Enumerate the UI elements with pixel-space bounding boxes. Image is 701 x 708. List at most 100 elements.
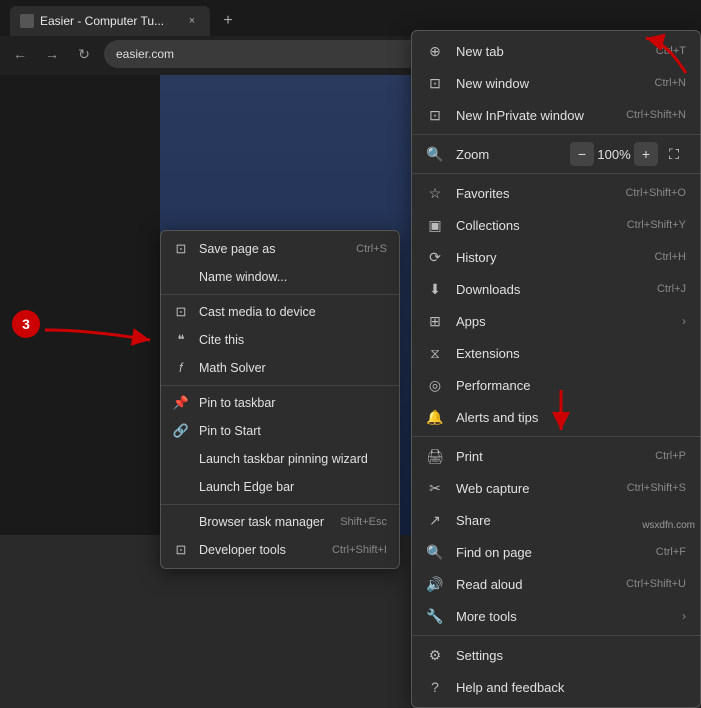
menu-read-aloud-label: Read aloud bbox=[456, 577, 523, 592]
ctx-pin-taskbar-label: Pin to taskbar bbox=[199, 396, 275, 410]
ctx-save-page[interactable]: ⊡ Save page as Ctrl+S bbox=[161, 235, 399, 263]
menu-webcapture-shortcut: Ctrl+Shift+S bbox=[627, 482, 686, 494]
menu-help[interactable]: ? Help and feedback bbox=[412, 671, 700, 703]
new-tab-button[interactable]: + bbox=[214, 7, 242, 35]
find-icon: 🔍 bbox=[426, 543, 444, 561]
ctx-devtools-shortcut: Ctrl+Shift+I bbox=[332, 544, 387, 556]
save-icon: ⊡ bbox=[173, 241, 189, 257]
menu-apps[interactable]: ⊞ Apps › bbox=[412, 305, 700, 337]
menu-sep3 bbox=[412, 436, 700, 437]
zoom-value: 100% bbox=[594, 147, 634, 162]
menu-apps-label: Apps bbox=[456, 314, 486, 329]
pin-start-icon: 🔗 bbox=[173, 423, 189, 439]
ctx-math[interactable]: 𝑓 Math Solver bbox=[161, 354, 399, 382]
new-window-icon: ⊡ bbox=[426, 74, 444, 92]
history-icon: ⟳ bbox=[426, 248, 444, 266]
ctx-devtools[interactable]: ⊡ Developer tools Ctrl+Shift+I bbox=[161, 536, 399, 564]
ctx-math-label: Math Solver bbox=[199, 361, 266, 375]
menu-new-tab-label: New tab bbox=[456, 44, 504, 59]
zoom-fullscreen-button[interactable]: ⛶ bbox=[662, 142, 686, 166]
annotation-3: 3 bbox=[12, 310, 40, 338]
ctx-task-manager-shortcut: Shift+Esc bbox=[340, 516, 387, 528]
menu-webcapture[interactable]: ✂ Web capture Ctrl+Shift+S bbox=[412, 472, 700, 504]
menu-find[interactable]: 🔍 Find on page Ctrl+F bbox=[412, 536, 700, 568]
ctx-cite-label: Cite this bbox=[199, 333, 244, 347]
ctx-sep3 bbox=[161, 504, 399, 505]
alerts-icon: 🔔 bbox=[426, 408, 444, 426]
tab-close-button[interactable]: × bbox=[184, 13, 200, 29]
collections-icon: ▣ bbox=[426, 216, 444, 234]
menu-collections[interactable]: ▣ Collections Ctrl+Shift+Y bbox=[412, 209, 700, 241]
menu-more-tools-label: More tools bbox=[456, 609, 517, 624]
menu-new-window[interactable]: ⊡ New window Ctrl+N bbox=[412, 67, 700, 99]
ctx-cast-label: Cast media to device bbox=[199, 305, 316, 319]
menu-read-aloud[interactable]: 🔊 Read aloud Ctrl+Shift+U bbox=[412, 568, 700, 600]
menu-history[interactable]: ⟳ History Ctrl+H bbox=[412, 241, 700, 273]
more-tools-icon: 🔧 bbox=[426, 607, 444, 625]
menu-alerts[interactable]: 🔔 Alerts and tips bbox=[412, 401, 700, 433]
ctx-taskbar-wizard[interactable]: Launch taskbar pinning wizard bbox=[161, 445, 399, 473]
cast-icon: ⊡ bbox=[173, 304, 189, 320]
back-button[interactable]: ← bbox=[8, 42, 32, 66]
menu-sep4 bbox=[412, 635, 700, 636]
ctx-taskbar-wizard-label: Launch taskbar pinning wizard bbox=[199, 452, 368, 466]
menu-settings-label: Settings bbox=[456, 648, 503, 663]
zoom-out-button[interactable]: − bbox=[570, 142, 594, 166]
menu-help-label: Help and feedback bbox=[456, 680, 564, 695]
ctx-save-label: Save page as bbox=[199, 242, 275, 256]
menu-extensions[interactable]: ⧖ Extensions bbox=[412, 337, 700, 369]
ctx-name-window[interactable]: Name window... bbox=[161, 263, 399, 291]
forward-button[interactable]: → bbox=[40, 42, 64, 66]
menu-read-aloud-shortcut: Ctrl+Shift+U bbox=[626, 578, 686, 590]
menu-favorites-label: Favorites bbox=[456, 186, 509, 201]
menu-downloads-shortcut: Ctrl+J bbox=[657, 283, 686, 295]
zoom-icon: 🔍 bbox=[426, 145, 444, 163]
zoom-in-button[interactable]: + bbox=[634, 142, 658, 166]
menu-downloads[interactable]: ⬇ Downloads Ctrl+J bbox=[412, 273, 700, 305]
ctx-task-manager[interactable]: Browser task manager Shift+Esc bbox=[161, 508, 399, 536]
menu-performance-label: Performance bbox=[456, 378, 530, 393]
menu-inprivate[interactable]: ⊡ New InPrivate window Ctrl+Shift+N bbox=[412, 99, 700, 131]
help-icon: ? bbox=[426, 678, 444, 696]
tab-favicon bbox=[20, 14, 34, 28]
ctx-edge-bar[interactable]: Launch Edge bar bbox=[161, 473, 399, 501]
menu-find-label: Find on page bbox=[456, 545, 532, 560]
ctx-devtools-label: Developer tools bbox=[199, 543, 286, 557]
menu-new-tab-shortcut: Ctrl+T bbox=[656, 45, 686, 57]
extensions-icon: ⧖ bbox=[426, 344, 444, 362]
refresh-button[interactable]: ↻ bbox=[72, 42, 96, 66]
menu-favorites[interactable]: ☆ Favorites Ctrl+Shift+O bbox=[412, 177, 700, 209]
menu-print[interactable]: 🖨 Print Ctrl+P bbox=[412, 440, 700, 472]
menu-history-label: History bbox=[456, 250, 496, 265]
badge-3: 3 bbox=[12, 310, 40, 338]
menu-collections-shortcut: Ctrl+Shift+Y bbox=[627, 219, 686, 231]
inprivate-icon: ⊡ bbox=[426, 106, 444, 124]
performance-icon: ◎ bbox=[426, 376, 444, 394]
cite-icon: ❝ bbox=[173, 332, 189, 348]
ctx-cast[interactable]: ⊡ Cast media to device bbox=[161, 298, 399, 326]
menu-sep2 bbox=[412, 173, 700, 174]
tab-title: Easier - Computer Tu... bbox=[40, 14, 164, 28]
menu-more-tools[interactable]: 🔧 More tools › bbox=[412, 600, 700, 632]
share-icon: ↗ bbox=[426, 511, 444, 529]
menu-new-window-shortcut: Ctrl+N bbox=[655, 77, 686, 89]
menu-new-window-label: New window bbox=[456, 76, 529, 91]
active-tab[interactable]: Easier - Computer Tu... × bbox=[10, 6, 210, 36]
menu-new-tab[interactable]: ⊕ New tab Ctrl+T bbox=[412, 35, 700, 67]
ctx-cite[interactable]: ❝ Cite this bbox=[161, 326, 399, 354]
menu-extensions-label: Extensions bbox=[456, 346, 520, 361]
ctx-pin-taskbar[interactable]: 📌 Pin to taskbar bbox=[161, 389, 399, 417]
context-menu: ⊡ Save page as Ctrl+S Name window... ⊡ C… bbox=[160, 230, 400, 569]
menu-settings[interactable]: ⚙ Settings bbox=[412, 639, 700, 671]
ctx-task-manager-label: Browser task manager bbox=[199, 515, 324, 529]
settings-icon: ⚙ bbox=[426, 646, 444, 664]
zoom-label: Zoom bbox=[456, 147, 489, 162]
ctx-pin-start[interactable]: 🔗 Pin to Start bbox=[161, 417, 399, 445]
page-left-panel bbox=[0, 75, 160, 535]
task-manager-icon bbox=[173, 514, 189, 530]
watermark: wsxdfn.com bbox=[642, 520, 695, 531]
apps-arrow-icon: › bbox=[682, 314, 686, 328]
menu-print-shortcut: Ctrl+P bbox=[655, 450, 686, 462]
ctx-edge-bar-label: Launch Edge bar bbox=[199, 480, 294, 494]
menu-performance[interactable]: ◎ Performance bbox=[412, 369, 700, 401]
